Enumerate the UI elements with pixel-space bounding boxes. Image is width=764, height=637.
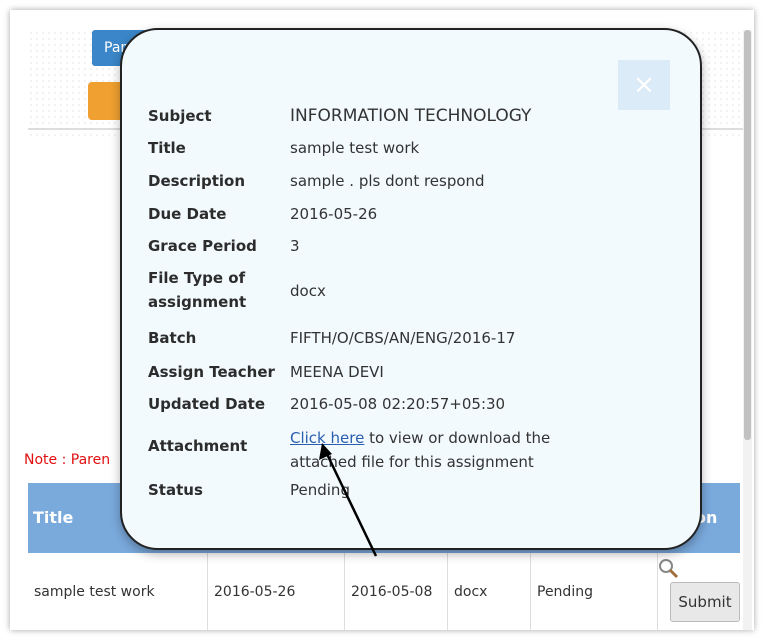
value-teacher: MEENA DEVI (290, 363, 384, 381)
header-title: Title (33, 508, 74, 527)
label-due-date: Due Date (148, 205, 227, 223)
label-attachment: Attachment (148, 437, 248, 455)
assignment-detail-modal: × Subject INFORMATION TECHNOLOGY Title s… (120, 28, 702, 550)
value-title: sample test work (290, 139, 420, 157)
label-batch: Batch (148, 329, 197, 347)
value-status: Pending (290, 481, 350, 499)
value-batch: FIFTH/O/CBS/AN/ENG/2016-17 (290, 329, 516, 347)
label-updated-date: Updated Date (148, 395, 265, 413)
label-file-type: File Type of assignment (148, 269, 247, 311)
cell-due-date: 2016-05-26 (208, 553, 345, 630)
value-description: sample . pls dont respond (290, 172, 485, 190)
close-icon[interactable]: × (618, 60, 670, 110)
value-subject: INFORMATION TECHNOLOGY (290, 106, 532, 126)
value-file-type: docx (290, 282, 326, 300)
label-grace-period: Grace Period (148, 237, 257, 255)
label-title: Title (148, 139, 186, 157)
cell-status: Pending (531, 553, 658, 630)
note-text: Note : Paren (24, 452, 111, 468)
value-updated-date: 2016-05-08 02:20:57+05:30 (290, 395, 506, 413)
table-row: sample test work 2016-05-26 2016-05-08 d… (28, 553, 740, 630)
search-icon[interactable] (658, 558, 680, 580)
label-status: Status (148, 481, 203, 499)
cell-file-type: docx (448, 553, 531, 630)
attachment-link[interactable]: Click here (290, 429, 364, 447)
submit-button[interactable]: Submit (670, 582, 740, 622)
scrollbar-thumb[interactable] (744, 30, 751, 440)
value-grace-period: 3 (290, 237, 300, 255)
value-attachment: Click here to view or download the attac… (290, 426, 590, 474)
label-description: Description (148, 172, 246, 190)
label-teacher: Assign Teacher (148, 363, 275, 381)
label-subject: Subject (148, 107, 212, 125)
cell-title: sample test work (28, 553, 208, 630)
cell-updated-date: 2016-05-08 (345, 553, 448, 630)
value-due-date: 2016-05-26 (290, 205, 378, 223)
